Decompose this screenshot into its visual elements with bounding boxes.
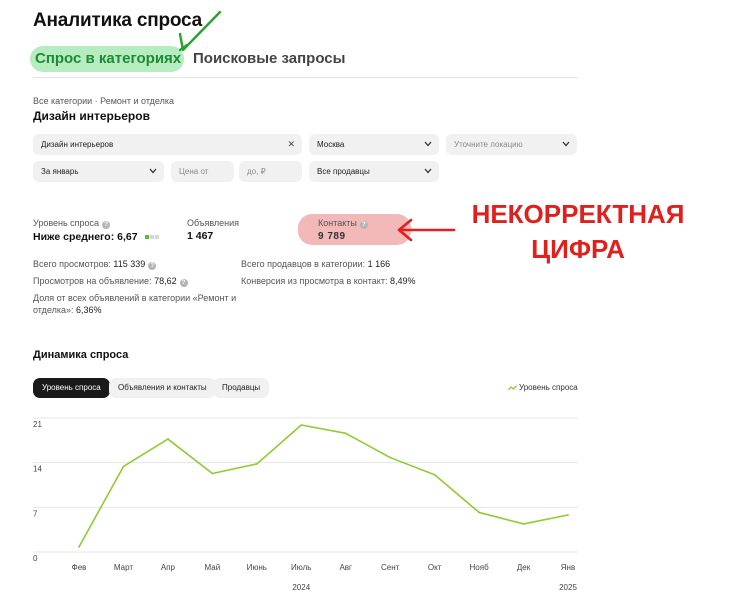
y-tick-label: 14 (33, 465, 42, 474)
x-tick-label: Янв (561, 563, 575, 572)
chevron-down-icon (424, 141, 432, 147)
level-bar-3 (155, 235, 160, 239)
annotation-line-1: НЕКОРРЕКТНАЯ (471, 199, 685, 229)
ads-value: 1 467 (187, 230, 214, 242)
data-point (567, 514, 569, 516)
y-tick-label: 7 (33, 509, 38, 518)
stat-conversion-value: 8,49% (389, 276, 416, 286)
x-tick-label: Нояб (470, 563, 490, 572)
data-point (344, 432, 347, 435)
chart-tab-sellers[interactable]: Продавцы (213, 378, 270, 398)
sellers-select[interactable]: Все продавцы (309, 161, 439, 182)
stat-views-per-ad: Просмотров на объявление: 78,62? (33, 276, 188, 287)
x-tick-label: Июнь (247, 563, 267, 572)
info-icon[interactable]: ? (179, 279, 188, 287)
demand-level-label: Уровень спроса? (33, 218, 111, 229)
contacts-label: Контакты? (318, 218, 368, 229)
data-point (522, 523, 525, 525)
data-point (478, 511, 480, 514)
level-bar-1 (145, 235, 150, 239)
period-value: За январь (41, 167, 79, 176)
stat-views: Всего просмотров: 115 339? (33, 259, 157, 270)
line-legend-icon (508, 385, 517, 391)
contacts-value: 9 789 (318, 231, 346, 242)
check-mark-icon (178, 10, 222, 52)
data-point (122, 465, 125, 468)
sellers-value: Все продавцы (317, 167, 370, 176)
stat-share-value: 6,36% (76, 305, 102, 315)
chevron-down-icon (149, 168, 157, 174)
tab-demand-in-categories[interactable]: Спрос в категориях (30, 46, 184, 72)
stat-sellers-value: 1 166 (367, 259, 391, 269)
chart-tab-demand[interactable]: Уровень спроса (33, 378, 110, 398)
x-tick-label: Сент (381, 563, 400, 572)
contacts-label-text: Контакты (318, 218, 357, 228)
price-to-input[interactable]: до, ₽ (239, 161, 302, 182)
stat-views-per-ad-value: 78,62 (154, 276, 177, 286)
info-icon[interactable]: ? (359, 221, 368, 229)
category-value: Дизайн интерьеров (41, 140, 114, 149)
stat-share-line2: отделка»: 6,36% (33, 305, 102, 315)
tabs-divider (33, 77, 578, 78)
data-point (389, 456, 392, 459)
stat-views-per-ad-label: Просмотров на объявление: (33, 276, 152, 286)
section-title: Дизайн интерьеров (33, 109, 150, 123)
ads-label: Объявления (187, 218, 240, 228)
chart-title: Динамика спроса (33, 349, 129, 361)
year-label: 2024 (292, 583, 310, 592)
demand-level-value: Ниже среднего: 6,67 (33, 230, 160, 243)
location-select[interactable]: Уточните локацию (446, 134, 577, 155)
series-line (78, 424, 569, 548)
info-icon[interactable]: ? (148, 262, 157, 270)
x-tick-label: Окт (428, 563, 442, 572)
demand-level-bars (145, 230, 160, 242)
location-placeholder: Уточните локацию (454, 140, 523, 149)
annotation-line-2: ЦИФРА (531, 234, 625, 264)
year-label: 2025 (559, 583, 577, 592)
data-point (78, 545, 80, 548)
data-point (211, 472, 214, 475)
data-point (300, 424, 303, 426)
stat-views-label: Всего просмотров: (33, 259, 111, 269)
price-from-input[interactable]: Цена от (171, 161, 234, 182)
stat-sellers-label: Всего продавцов в категории: (241, 259, 366, 269)
period-select[interactable]: За январь (33, 161, 164, 182)
level-bar-2 (150, 235, 155, 239)
data-point (167, 438, 169, 440)
close-icon[interactable]: ✕ (287, 134, 295, 155)
city-value: Москва (317, 140, 345, 149)
price-from-placeholder: Цена от (179, 167, 209, 176)
city-select[interactable]: Москва (309, 134, 439, 155)
chevron-down-icon (562, 141, 570, 147)
x-tick-label: Июль (291, 563, 311, 572)
x-tick-label: Май (205, 563, 221, 572)
data-point (433, 473, 436, 476)
chevron-down-icon (424, 168, 432, 174)
breadcrumb[interactable]: Все категории · Ремонт и отделка (33, 96, 174, 106)
info-icon[interactable]: ? (102, 221, 111, 229)
demand-level-label-text: Уровень спроса (33, 218, 100, 228)
demand-level-value-text: Ниже среднего: 6,67 (33, 231, 138, 243)
y-tick-label: 21 (33, 420, 42, 429)
chart-tab-ads-contacts[interactable]: Объявления и контакты (109, 378, 216, 398)
category-field[interactable]: Дизайн интерьеров ✕ (33, 134, 302, 155)
data-point (255, 463, 258, 465)
chart-legend-label: Уровень спроса (519, 383, 578, 392)
chart-legend: Уровень спроса (508, 383, 578, 392)
stat-share-label: отделка»: (33, 305, 74, 315)
x-tick-label: Апр (161, 563, 176, 572)
x-tick-label: Дек (517, 563, 531, 572)
stat-share-line1: Доля от всех объявлений в категории «Рем… (33, 293, 237, 303)
y-tick-label: 0 (33, 554, 38, 563)
stat-conversion: Конверсия из просмотра в контакт: 8,49% (241, 276, 416, 286)
stat-sellers: Всего продавцов в категории: 1 166 (241, 259, 390, 269)
x-tick-label: Март (114, 563, 133, 572)
x-tick-label: Фев (72, 563, 87, 572)
stat-conversion-label: Конверсия из просмотра в контакт: (241, 276, 388, 286)
x-tick-label: Авг (339, 563, 352, 572)
price-to-placeholder: до, ₽ (247, 167, 266, 176)
stat-views-value: 115 339 (113, 259, 146, 269)
demand-line-chart: 0 7 14 21 Фев Март Апр Май Июнь Июль Авг Сент Окт Ноя… (33, 417, 578, 592)
